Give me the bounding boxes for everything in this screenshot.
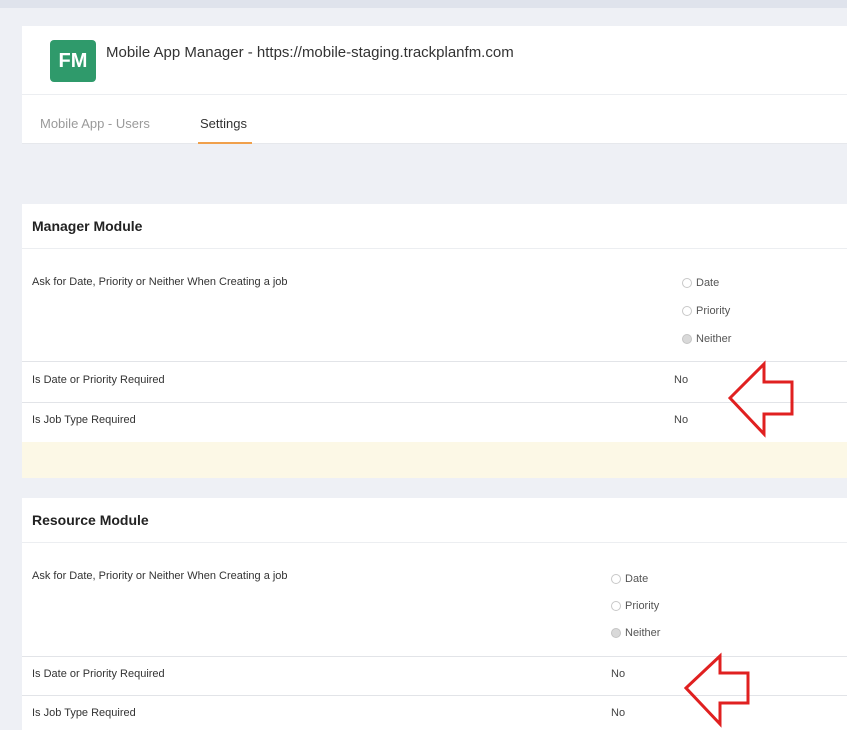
row-divider: [22, 402, 847, 403]
fm-logo: FM: [50, 40, 96, 82]
radio-label: Date: [625, 573, 649, 585]
header-divider: [22, 94, 847, 95]
radio-circle: [611, 601, 621, 611]
annotation-arrow-icon: [727, 360, 794, 438]
radio-label: Neither: [696, 333, 732, 345]
radio-circle: [682, 306, 692, 316]
page-title: Mobile App Manager - https://mobile-stag…: [106, 44, 514, 61]
annotation-arrow-icon: [683, 652, 750, 728]
job-type-required-label: Is Job Type Required: [32, 707, 136, 719]
tab-settings[interactable]: Settings: [200, 116, 247, 131]
job-type-required-value[interactable]: No: [611, 707, 625, 719]
job-type-required-label: Is Job Type Required: [32, 414, 136, 426]
radio-label: Priority: [625, 600, 660, 612]
notice-band: [22, 442, 847, 478]
row-divider: [22, 361, 847, 362]
radio-date[interactable]: Date: [682, 277, 719, 289]
ask-date-priority-label: Ask for Date, Priority or Neither When C…: [32, 276, 288, 288]
date-priority-required-label: Is Date or Priority Required: [32, 668, 165, 680]
radio-date[interactable]: Date: [611, 573, 648, 585]
job-type-required-value[interactable]: No: [674, 414, 688, 426]
module-title: Resource Module: [32, 512, 149, 528]
date-priority-required-label: Is Date or Priority Required: [32, 374, 165, 386]
radio-neither[interactable]: Neither: [682, 333, 731, 345]
radio-circle-checked: [611, 628, 621, 638]
date-priority-required-value[interactable]: No: [674, 374, 688, 386]
radio-label: Date: [696, 277, 720, 289]
radio-neither[interactable]: Neither: [611, 627, 660, 639]
app-header: FM Mobile App Manager - https://mobile-s…: [22, 26, 847, 144]
date-priority-required-value[interactable]: No: [611, 668, 625, 680]
radio-priority[interactable]: Priority: [611, 600, 659, 612]
radio-circle: [611, 574, 621, 584]
ask-date-priority-label: Ask for Date, Priority or Neither When C…: [32, 570, 288, 582]
divider: [22, 542, 847, 543]
radio-circle-checked: [682, 334, 692, 344]
radio-priority[interactable]: Priority: [682, 305, 730, 317]
active-tab-indicator: [198, 142, 252, 144]
radio-circle: [682, 278, 692, 288]
radio-label: Neither: [625, 627, 661, 639]
manager-module-card: Manager Module Ask for Date, Priority or…: [22, 204, 847, 478]
top-strip: [0, 0, 847, 8]
module-title: Manager Module: [32, 218, 143, 234]
radio-label: Priority: [696, 305, 731, 317]
divider: [22, 248, 847, 249]
tab-mobile-app-users[interactable]: Mobile App - Users: [40, 116, 150, 131]
